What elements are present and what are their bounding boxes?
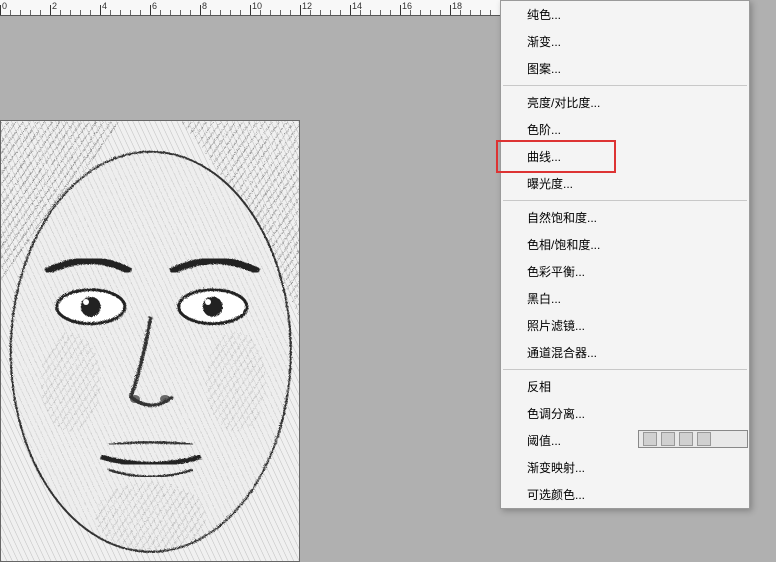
menu-pattern[interactable]: 图案...	[501, 55, 749, 82]
canvas-sketch-image	[0, 120, 300, 562]
menu-color-balance[interactable]: 色彩平衡...	[501, 258, 749, 285]
panel-icon[interactable]	[697, 432, 711, 446]
horizontal-ruler: 02468101214161820	[0, 0, 500, 16]
menu-posterize[interactable]: 色调分离...	[501, 400, 749, 427]
menu-solid-color[interactable]: 纯色...	[501, 1, 749, 28]
menu-curves[interactable]: 曲线...	[501, 143, 749, 170]
menu-separator	[503, 200, 747, 201]
menu-gradient[interactable]: 渐变...	[501, 28, 749, 55]
panel-footer-strip	[638, 430, 748, 448]
panel-icon[interactable]	[679, 432, 693, 446]
menu-gradient-map[interactable]: 渐变映射...	[501, 454, 749, 481]
ruler-tick-label: 2	[52, 1, 57, 11]
menu-brightness-contrast[interactable]: 亮度/对比度...	[501, 89, 749, 116]
menu-hue-saturation[interactable]: 色相/饱和度...	[501, 231, 749, 258]
ruler-tick-label: 8	[202, 1, 207, 11]
menu-vibrance[interactable]: 自然饱和度...	[501, 204, 749, 231]
menu-channel-mixer[interactable]: 通道混合器...	[501, 339, 749, 366]
panel-icon[interactable]	[661, 432, 675, 446]
menu-photo-filter[interactable]: 照片滤镜...	[501, 312, 749, 339]
ruler-tick-label: 4	[102, 1, 107, 11]
menu-separator	[503, 369, 747, 370]
menu-levels[interactable]: 色阶...	[501, 116, 749, 143]
menu-invert[interactable]: 反相	[501, 373, 749, 400]
ruler-tick-label: 0	[2, 1, 7, 11]
panel-icon[interactable]	[643, 432, 657, 446]
ruler-tick-label: 6	[152, 1, 157, 11]
menu-black-white[interactable]: 黑白...	[501, 285, 749, 312]
menu-selective-color[interactable]: 可选颜色...	[501, 481, 749, 508]
menu-exposure[interactable]: 曝光度...	[501, 170, 749, 197]
menu-separator	[503, 85, 747, 86]
